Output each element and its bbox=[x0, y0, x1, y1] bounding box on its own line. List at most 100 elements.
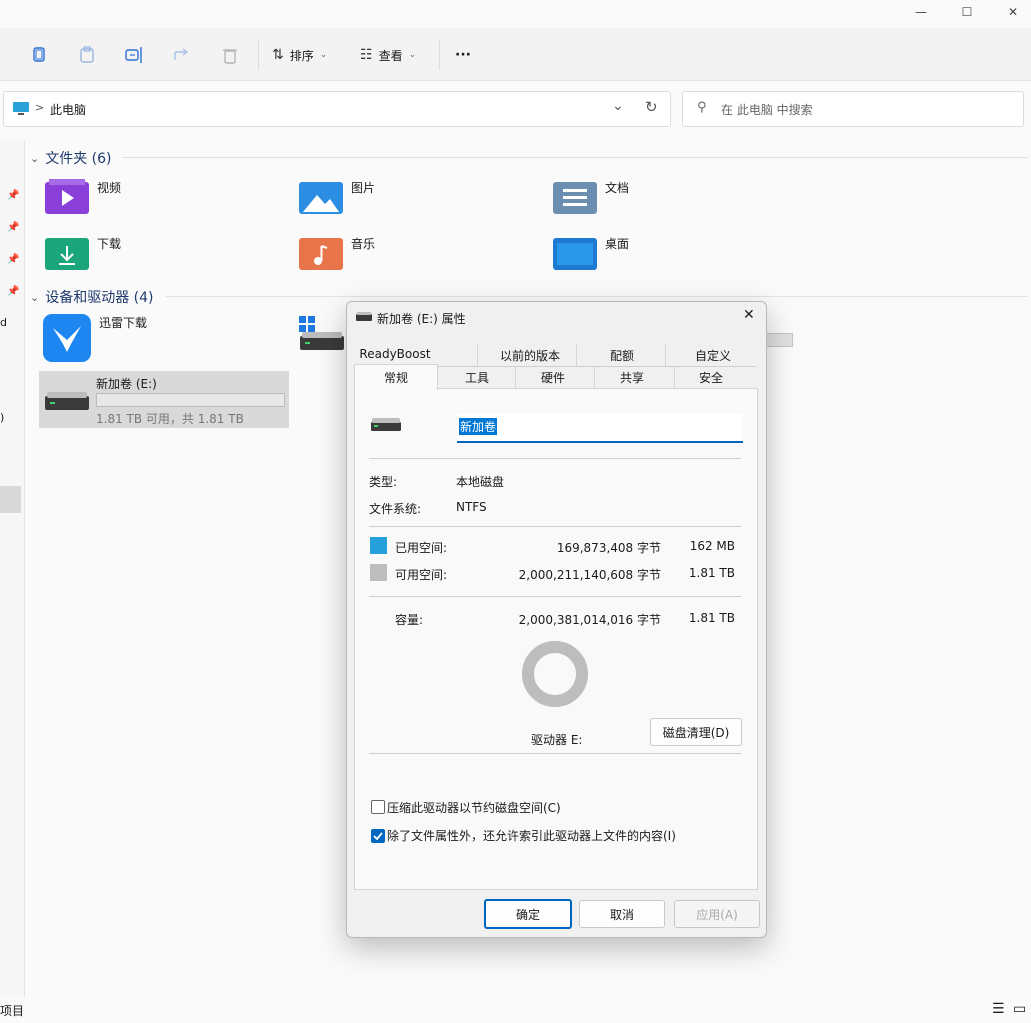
free-space-swatch bbox=[370, 564, 387, 581]
tiles-view-icon[interactable]: ▭ bbox=[1013, 1001, 1026, 1017]
xunlei-app-icon bbox=[43, 314, 91, 362]
close-window-button[interactable]: ✕ bbox=[990, 0, 1031, 24]
section-header-drives[interactable]: ⌄ 设备和驱动器 (4) bbox=[30, 287, 154, 307]
close-icon: ✕ bbox=[1007, 5, 1019, 19]
tab-quota[interactable]: 配额 bbox=[592, 347, 652, 364]
sort-icon: ⇅ bbox=[272, 47, 284, 63]
search-placeholder: 在 此电脑 中搜索 bbox=[721, 103, 813, 117]
status-bar: 项目 ☰ ▭ bbox=[0, 997, 1031, 1023]
dialog-title: 新加卷 (E:) 属性 bbox=[377, 312, 466, 326]
videos-folder-icon bbox=[45, 179, 89, 214]
section-header-folders[interactable]: ⌄ 文件夹 (6) bbox=[30, 148, 112, 168]
folder-videos[interactable]: 视频 bbox=[45, 179, 121, 215]
folder-music[interactable]: 音乐 bbox=[299, 235, 375, 271]
pin-icon[interactable]: 📌 bbox=[7, 190, 19, 201]
drive-usage-bar bbox=[96, 393, 285, 407]
hard-drive-icon bbox=[45, 392, 89, 410]
pin-icon[interactable]: 📌 bbox=[7, 254, 19, 265]
command-bar: ⇅ 排序 ⌄ ☷ 查看 ⌄ ··· bbox=[0, 28, 1031, 81]
refresh-icon[interactable]: ↻ bbox=[645, 98, 658, 116]
folder-desktop[interactable]: 桌面 bbox=[553, 235, 629, 271]
pictures-folder-icon bbox=[299, 182, 343, 214]
drive-usage-bar bbox=[766, 333, 793, 347]
details-view-icon[interactable]: ☰ bbox=[992, 1001, 1005, 1017]
nav-item-partial[interactable]: d bbox=[0, 316, 7, 329]
downloads-folder-icon bbox=[45, 238, 89, 270]
drive-small-icon bbox=[356, 312, 372, 321]
close-icon[interactable]: ✕ bbox=[743, 307, 755, 323]
drive-xunlei[interactable]: 迅雷下载 bbox=[43, 314, 147, 362]
tab-tools[interactable]: 工具 bbox=[439, 369, 515, 386]
documents-folder-icon bbox=[553, 182, 597, 214]
chevron-down-icon: ⌄ bbox=[30, 290, 40, 304]
copy-icon[interactable] bbox=[28, 44, 50, 66]
capacity-bytes: 2,000,381,014,016 字节 bbox=[518, 613, 661, 627]
used-space-swatch bbox=[370, 537, 387, 554]
nav-item-selected[interactable] bbox=[0, 486, 21, 513]
volume-name-input[interactable]: 新加卷 bbox=[457, 413, 743, 443]
minimize-button[interactable]: — bbox=[898, 0, 944, 24]
tab-readyboost[interactable]: ReadyBoost bbox=[355, 347, 435, 361]
view-icon: ☷ bbox=[360, 47, 373, 63]
chevron-down-icon: ⌄ bbox=[319, 50, 328, 60]
chevron-down-icon[interactable]: ⌄ bbox=[612, 98, 624, 114]
search-icon: ⚲ bbox=[697, 100, 707, 115]
used-space-label: 已用空间: bbox=[395, 541, 448, 555]
used-space-size: 162 MB bbox=[689, 539, 735, 553]
donut-free-slice bbox=[522, 641, 588, 707]
compress-checkbox[interactable] bbox=[371, 800, 385, 814]
tab-sharing[interactable]: 共享 bbox=[594, 369, 670, 386]
general-tab-panel: 新加卷 类型: 本地磁盘 文件系统: NTFS 已用空间: 169,873,40… bbox=[354, 388, 758, 890]
pin-icon[interactable]: 📌 bbox=[7, 222, 19, 233]
capacity-label: 容量: bbox=[395, 613, 424, 627]
index-checkbox[interactable] bbox=[371, 829, 385, 843]
paste-icon[interactable] bbox=[76, 44, 98, 66]
free-space-size: 1.81 TB bbox=[688, 566, 735, 580]
search-box[interactable]: ⚲ 在 此电脑 中搜索 bbox=[682, 91, 1024, 127]
tab-customize[interactable]: 自定义 bbox=[683, 347, 743, 364]
address-bar[interactable]: > 此电脑 ⌄ ↻ bbox=[3, 91, 671, 127]
cancel-button[interactable]: 取消 bbox=[579, 900, 665, 928]
status-item-count: 项目 bbox=[0, 1004, 25, 1018]
delete-icon[interactable] bbox=[219, 44, 241, 66]
tab-previous-versions[interactable]: 以前的版本 bbox=[490, 347, 570, 364]
this-pc-icon bbox=[13, 102, 29, 115]
disk-cleanup-button[interactable]: 磁盘清理(D) bbox=[650, 718, 742, 746]
desktop-folder-icon bbox=[553, 238, 597, 270]
properties-dialog: 新加卷 (E:) 属性 ✕ ReadyBoost 以前的版本 配额 自定义 常规… bbox=[346, 301, 767, 938]
nav-item-partial[interactable]: ) bbox=[0, 411, 4, 424]
type-value: 本地磁盘 bbox=[456, 475, 505, 489]
drive-letter-label: 驱动器 E: bbox=[531, 733, 583, 747]
minimize-icon: — bbox=[915, 5, 927, 19]
sort-button[interactable]: ⇅ 排序 ⌄ bbox=[272, 44, 327, 66]
tab-general[interactable]: 常规 bbox=[354, 364, 438, 390]
folder-downloads[interactable]: 下载 bbox=[45, 235, 121, 271]
filesystem-label: 文件系统: bbox=[369, 502, 422, 516]
drive-new-volume-e[interactable]: 新加卷 (E:) 1.81 TB 可用，共 1.81 TB bbox=[39, 371, 289, 428]
breadcrumb-this-pc[interactable]: 此电脑 bbox=[50, 101, 86, 118]
capacity-size: 1.81 TB bbox=[688, 611, 735, 625]
ok-button[interactable]: 确定 bbox=[484, 899, 572, 929]
view-button[interactable]: ☷ 查看 ⌄ bbox=[360, 44, 416, 66]
pin-icon[interactable]: 📌 bbox=[7, 286, 19, 297]
type-label: 类型: bbox=[369, 475, 398, 489]
more-options-button[interactable]: ··· bbox=[455, 44, 471, 66]
chevron-down-icon: ⌄ bbox=[408, 50, 417, 60]
compress-label: 压缩此驱动器以节约磁盘空间(C) bbox=[387, 801, 561, 815]
breadcrumb-separator: > bbox=[35, 101, 45, 114]
folder-pictures[interactable]: 图片 bbox=[299, 179, 375, 215]
folder-documents[interactable]: 文档 bbox=[553, 179, 629, 215]
index-label: 除了文件属性外，还允许索引此驱动器上文件的内容(I) bbox=[387, 829, 676, 843]
maximize-icon: ☐ bbox=[961, 5, 973, 19]
tab-hardware[interactable]: 硬件 bbox=[515, 369, 591, 386]
maximize-button[interactable]: ☐ bbox=[944, 0, 990, 24]
hard-drive-icon bbox=[300, 332, 344, 350]
navigation-pane: 📌 📌 📌 📌 d ) bbox=[0, 140, 25, 1010]
rename-icon[interactable] bbox=[123, 44, 145, 66]
music-folder-icon bbox=[299, 238, 343, 270]
tab-security[interactable]: 安全 bbox=[673, 369, 749, 386]
hard-drive-icon bbox=[371, 418, 401, 431]
share-icon[interactable] bbox=[171, 44, 193, 66]
apply-button[interactable]: 应用(A) bbox=[674, 900, 760, 928]
disk-usage-donut bbox=[522, 641, 588, 707]
